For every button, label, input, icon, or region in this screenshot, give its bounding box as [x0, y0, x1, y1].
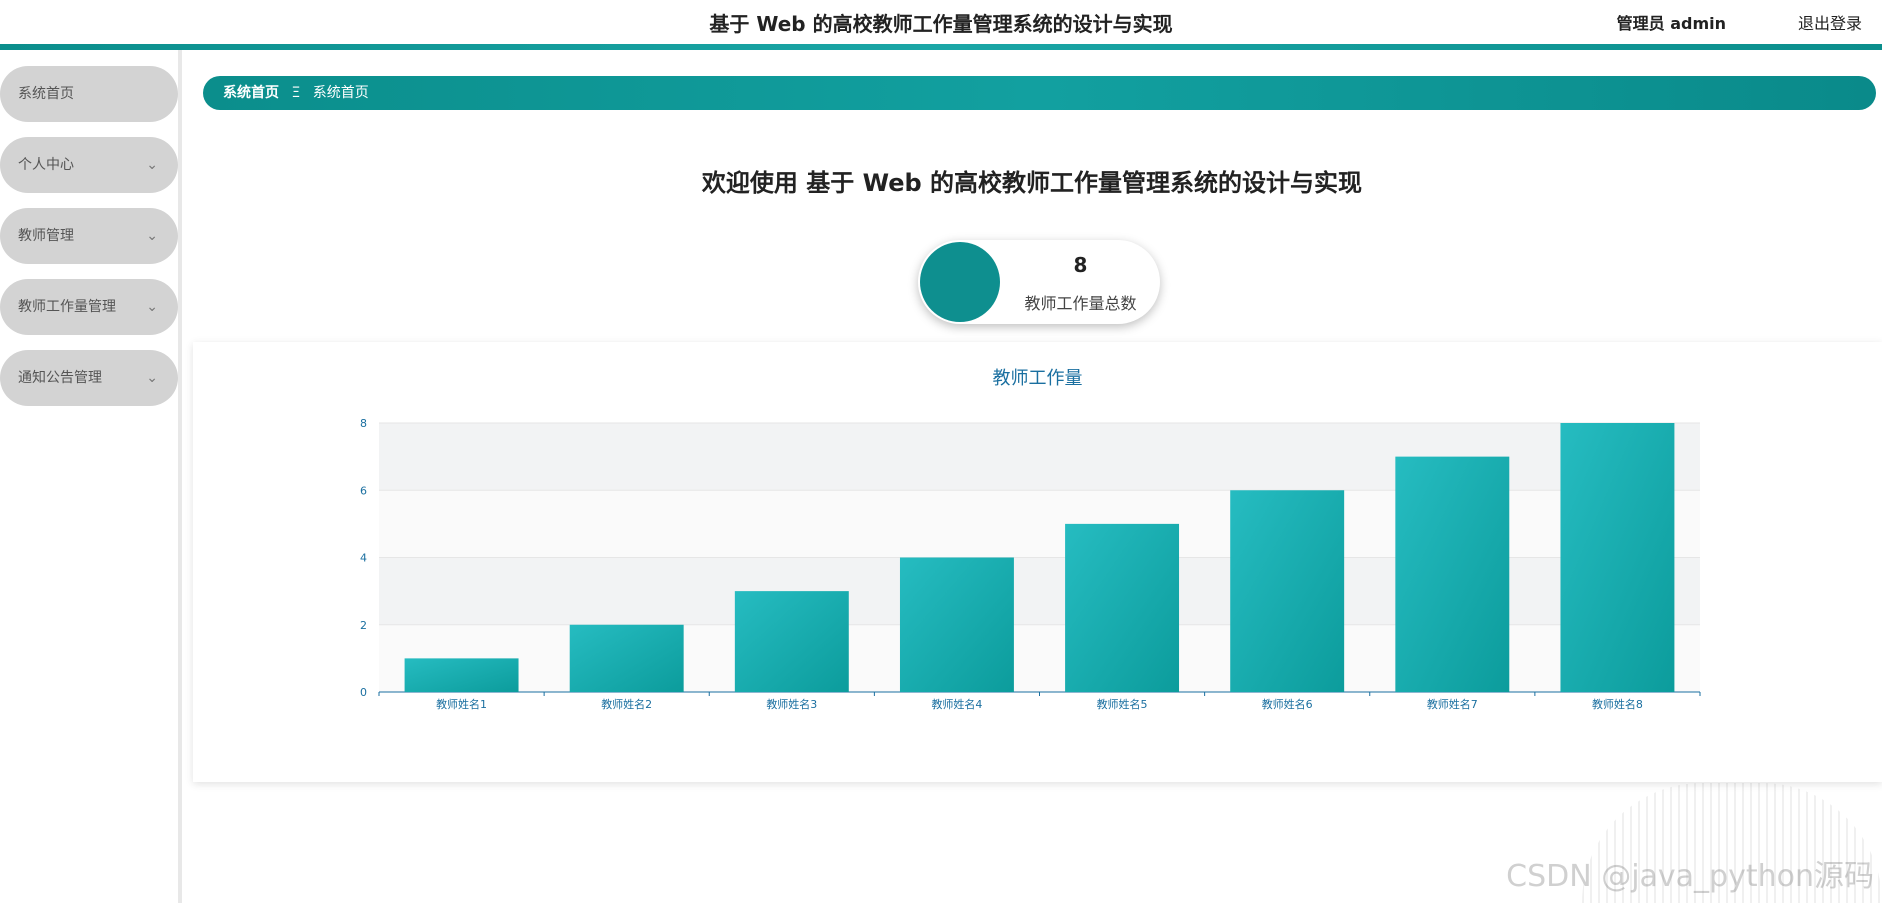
- bar: [1560, 423, 1675, 692]
- chevron-down-icon: ⌄: [146, 299, 158, 315]
- header-accent-line: [0, 44, 1882, 50]
- bar: [899, 557, 1014, 692]
- sidebar-item-label: 通知公告管理: [18, 370, 102, 386]
- breadcrumb: 系统首页 Ξ 系统首页: [203, 76, 1876, 110]
- x-tick-label: 教师姓名7: [1427, 697, 1478, 711]
- sidebar-item-teacher-management[interactable]: 教师管理 ⌄: [0, 208, 178, 264]
- sidebar-item-workload-management[interactable]: 教师工作量管理 ⌄: [0, 279, 178, 335]
- sidebar-item-personal-center[interactable]: 个人中心 ⌄: [0, 137, 178, 193]
- sidebar-item-label: 系统首页: [18, 86, 74, 102]
- x-tick-label: 教师姓名8: [1592, 697, 1643, 711]
- stat-circle-icon: [920, 242, 1000, 322]
- x-tick-label: 教师姓名5: [1097, 697, 1148, 711]
- x-tick-label: 教师姓名6: [1262, 697, 1313, 711]
- breadcrumb-separator-icon: Ξ: [291, 85, 301, 101]
- chart-card: 教师工作量 0 2 4 6 8 教师姓名1 教师姓名2 教师姓名3 教师姓名4 教师姓名5 教师姓名…: [193, 342, 1882, 782]
- chevron-down-icon: ⌄: [146, 228, 158, 244]
- bar: [569, 624, 684, 692]
- current-user: 管理员 admin: [1616, 14, 1726, 33]
- y-tick-label: 2: [360, 619, 367, 632]
- stat-value: 8: [1073, 253, 1088, 277]
- bar: [1065, 523, 1180, 692]
- breadcrumb-home[interactable]: 系统首页: [223, 85, 279, 101]
- y-tick-label: 4: [360, 552, 367, 565]
- y-tick-label: 0: [360, 686, 367, 699]
- x-tick-label: 教师姓名1: [436, 697, 487, 711]
- sidebar-item-label: 个人中心: [18, 157, 74, 173]
- logout-link[interactable]: 退出登录: [1798, 10, 1862, 34]
- x-tick-label: 教师姓名4: [931, 697, 982, 711]
- y-tick-label: 8: [360, 417, 367, 430]
- x-tick-label: 教师姓名2: [601, 697, 652, 711]
- chevron-down-icon: ⌄: [146, 370, 158, 386]
- sidebar-item-label: 教师工作量管理: [18, 299, 116, 315]
- watermark: CSDN @java_python源码: [1506, 859, 1874, 894]
- bar: [1395, 456, 1510, 692]
- sidebar: 系统首页 个人中心 ⌄ 教师管理 ⌄ 教师工作量管理 ⌄ 通知公告管理 ⌄: [0, 50, 182, 903]
- stat-card: 8 教师工作量总数: [918, 240, 1160, 324]
- top-header: 基于 Web 的高校教师工作量管理系统的设计与实现 管理员 admin 退出登录: [0, 0, 1882, 44]
- bar: [734, 591, 849, 692]
- sidebar-item-home[interactable]: 系统首页: [0, 66, 178, 122]
- stat-label: 教师工作量总数: [1024, 294, 1137, 313]
- welcome-heading: 欢迎使用 基于 Web 的高校教师工作量管理系统的设计与实现: [701, 169, 1363, 197]
- x-tick-label: 教师姓名3: [766, 697, 817, 711]
- bar: [1230, 490, 1345, 692]
- bar-chart: 0 2 4 6 8 教师姓名1 教师姓名2 教师姓名3 教师姓名4 教师姓名5 教师姓名6 教师姓名7…: [360, 417, 1701, 711]
- app-title: 基于 Web 的高校教师工作量管理系统的设计与实现: [709, 12, 1173, 36]
- sidebar-item-notice-management[interactable]: 通知公告管理 ⌄: [0, 350, 178, 406]
- sidebar-item-label: 教师管理: [18, 228, 74, 244]
- bar: [404, 658, 519, 692]
- chevron-down-icon: ⌄: [146, 157, 158, 173]
- breadcrumb-current: 系统首页: [312, 85, 369, 101]
- y-tick-label: 6: [360, 484, 367, 497]
